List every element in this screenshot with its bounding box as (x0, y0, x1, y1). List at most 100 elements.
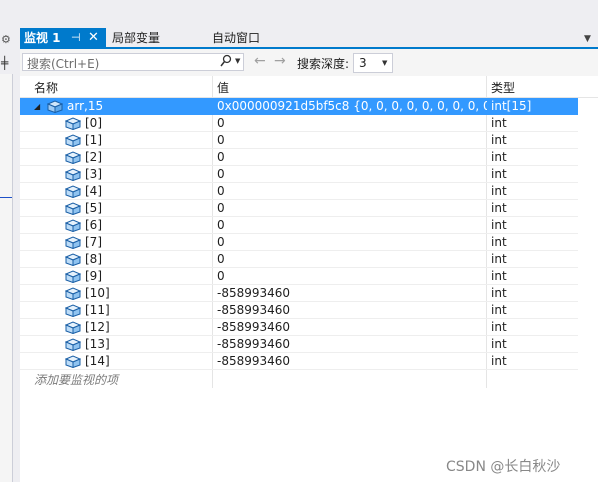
variable-value[interactable]: 0 (217, 269, 487, 283)
left-dock-strip: ⚙ ╪ (0, 0, 14, 482)
add-watch-placeholder[interactable]: 添加要监视的项 (34, 371, 118, 388)
variable-name: [13] (85, 337, 110, 351)
watch-row[interactable]: [8] 0 int (20, 251, 578, 268)
watch-row[interactable]: [0] 0 int (20, 115, 578, 132)
pin-tab-icon[interactable]: ⊣ (71, 28, 81, 48)
variable-value[interactable]: -858993460 (217, 337, 487, 351)
int-variable-icon (65, 202, 81, 215)
variable-value[interactable]: 0 (217, 252, 487, 266)
variable-type: int (491, 167, 507, 181)
search-depth-select[interactable]: 3 ▼ (353, 53, 393, 73)
variable-value[interactable]: 0 (217, 235, 487, 249)
int-variable-icon (65, 287, 81, 300)
arrow-right-icon[interactable]: → (274, 53, 286, 69)
watch-row[interactable]: [5] 0 int (20, 200, 578, 217)
watch-row[interactable]: [4] 0 int (20, 183, 578, 200)
int-variable-icon (65, 219, 81, 232)
grid-header: 名称 值 类型 (20, 76, 598, 98)
variable-type: int (491, 269, 507, 283)
variable-name: [1] (85, 133, 102, 147)
variable-type: int (491, 337, 507, 351)
variable-value[interactable]: 0 (217, 167, 487, 181)
watch-row[interactable]: [14] -858993460 int (20, 353, 578, 370)
variable-name: [9] (85, 269, 102, 283)
variable-name: [12] (85, 320, 110, 334)
close-icon[interactable]: ✕ (88, 28, 99, 48)
watch-row[interactable]: [1] 0 int (20, 132, 578, 149)
watch-row[interactable]: [6] 0 int (20, 217, 578, 234)
variable-value[interactable]: 0 (217, 218, 487, 232)
left-panel (0, 74, 13, 482)
variable-name: [2] (85, 150, 102, 164)
gear-icon[interactable]: ⚙ (1, 33, 11, 46)
variable-name: [10] (85, 286, 110, 300)
search-input[interactable]: 搜索(Ctrl+E) ▼ (22, 53, 244, 71)
int-variable-icon (65, 236, 81, 249)
variable-type: int (491, 218, 507, 232)
arrow-left-icon[interactable]: ← (254, 53, 266, 69)
int-variable-icon (65, 270, 81, 283)
variable-name: [5] (85, 201, 102, 215)
int-variable-icon (65, 117, 81, 130)
variable-type: int (491, 320, 507, 334)
variable-value[interactable]: 0 (217, 133, 487, 147)
variable-value[interactable]: 0 (217, 150, 487, 164)
watch-row[interactable]: [12] -858993460 int (20, 319, 578, 336)
variable-type: int (491, 235, 507, 249)
variable-name: [0] (85, 116, 102, 130)
column-header-type[interactable]: 类型 (491, 79, 515, 96)
window-menu-chevron-down-icon[interactable]: ▼ (584, 34, 591, 44)
variable-value[interactable]: 0 (217, 116, 487, 130)
variable-name: arr,15 (67, 99, 104, 113)
int-variable-icon (65, 304, 81, 317)
variable-name: [3] (85, 167, 102, 181)
variable-value[interactable]: -858993460 (217, 354, 487, 368)
variable-name: [6] (85, 218, 102, 232)
variable-type: int (491, 286, 507, 300)
watch-row[interactable]: [13] -858993460 int (20, 336, 578, 353)
int-variable-icon (65, 321, 81, 334)
int-variable-icon (65, 355, 81, 368)
search-options-chevron-down-icon[interactable]: ▼ (235, 57, 240, 65)
variable-value[interactable]: 0 (217, 201, 487, 215)
tab-watch-1[interactable]: 监视 1 ⊣ ✕ (20, 28, 106, 48)
array-variable-icon (47, 100, 63, 113)
variable-type: int (491, 150, 507, 164)
watermark-text: CSDN @长白秋沙 (446, 459, 561, 475)
tab-bar: 监视 1 ⊣ ✕ 局部变量 自动窗口 (20, 28, 598, 48)
int-variable-icon (65, 134, 81, 147)
watch-row[interactable]: [9] 0 int (20, 268, 578, 285)
tab-label: 监视 1 (24, 31, 61, 45)
variable-type: int (491, 184, 507, 198)
tab-label: 自动窗口 (212, 31, 261, 45)
watch-row[interactable]: [2] 0 int (20, 149, 578, 166)
expand-triangle-icon[interactable]: ◢ (34, 102, 40, 111)
left-panel-marker (0, 197, 12, 198)
watch-row[interactable]: [3] 0 int (20, 166, 578, 183)
int-variable-icon (65, 185, 81, 198)
variable-name: [11] (85, 303, 110, 317)
column-header-value[interactable]: 值 (217, 79, 229, 96)
variable-value[interactable]: -858993460 (217, 320, 487, 334)
variable-name: [14] (85, 354, 110, 368)
variable-name: [8] (85, 252, 102, 266)
column-header-name[interactable]: 名称 (34, 79, 58, 96)
variable-type: int (491, 354, 507, 368)
tab-label: 局部变量 (112, 31, 161, 45)
pin-icon[interactable]: ╪ (1, 56, 8, 70)
variable-value[interactable]: -858993460 (217, 303, 487, 317)
variable-type: int (491, 303, 507, 317)
search-placeholder: 搜索(Ctrl+E) (27, 57, 100, 71)
variable-value[interactable]: 0x000000921d5bf5c8 {0, 0, 0, 0, 0, 0, 0,… (217, 99, 487, 113)
tab-locals[interactable]: 局部变量 (108, 28, 208, 48)
watch-row[interactable]: [10] -858993460 int (20, 285, 578, 302)
search-icon[interactable] (220, 54, 232, 71)
watch-row[interactable]: [11] -858993460 int (20, 302, 578, 319)
variable-name: [4] (85, 184, 102, 198)
variable-value[interactable]: -858993460 (217, 286, 487, 300)
watch-row-root[interactable]: ◢ arr,15 0x000000921d5bf5c8 {0, 0, 0, 0,… (20, 98, 578, 115)
watch-toolbar: 搜索(Ctrl+E) ▼ ← → 搜索深度: 3 ▼ (20, 49, 598, 76)
variable-value[interactable]: 0 (217, 184, 487, 198)
watch-row[interactable]: [7] 0 int (20, 234, 578, 251)
tab-autos[interactable]: 自动窗口 (208, 28, 308, 48)
